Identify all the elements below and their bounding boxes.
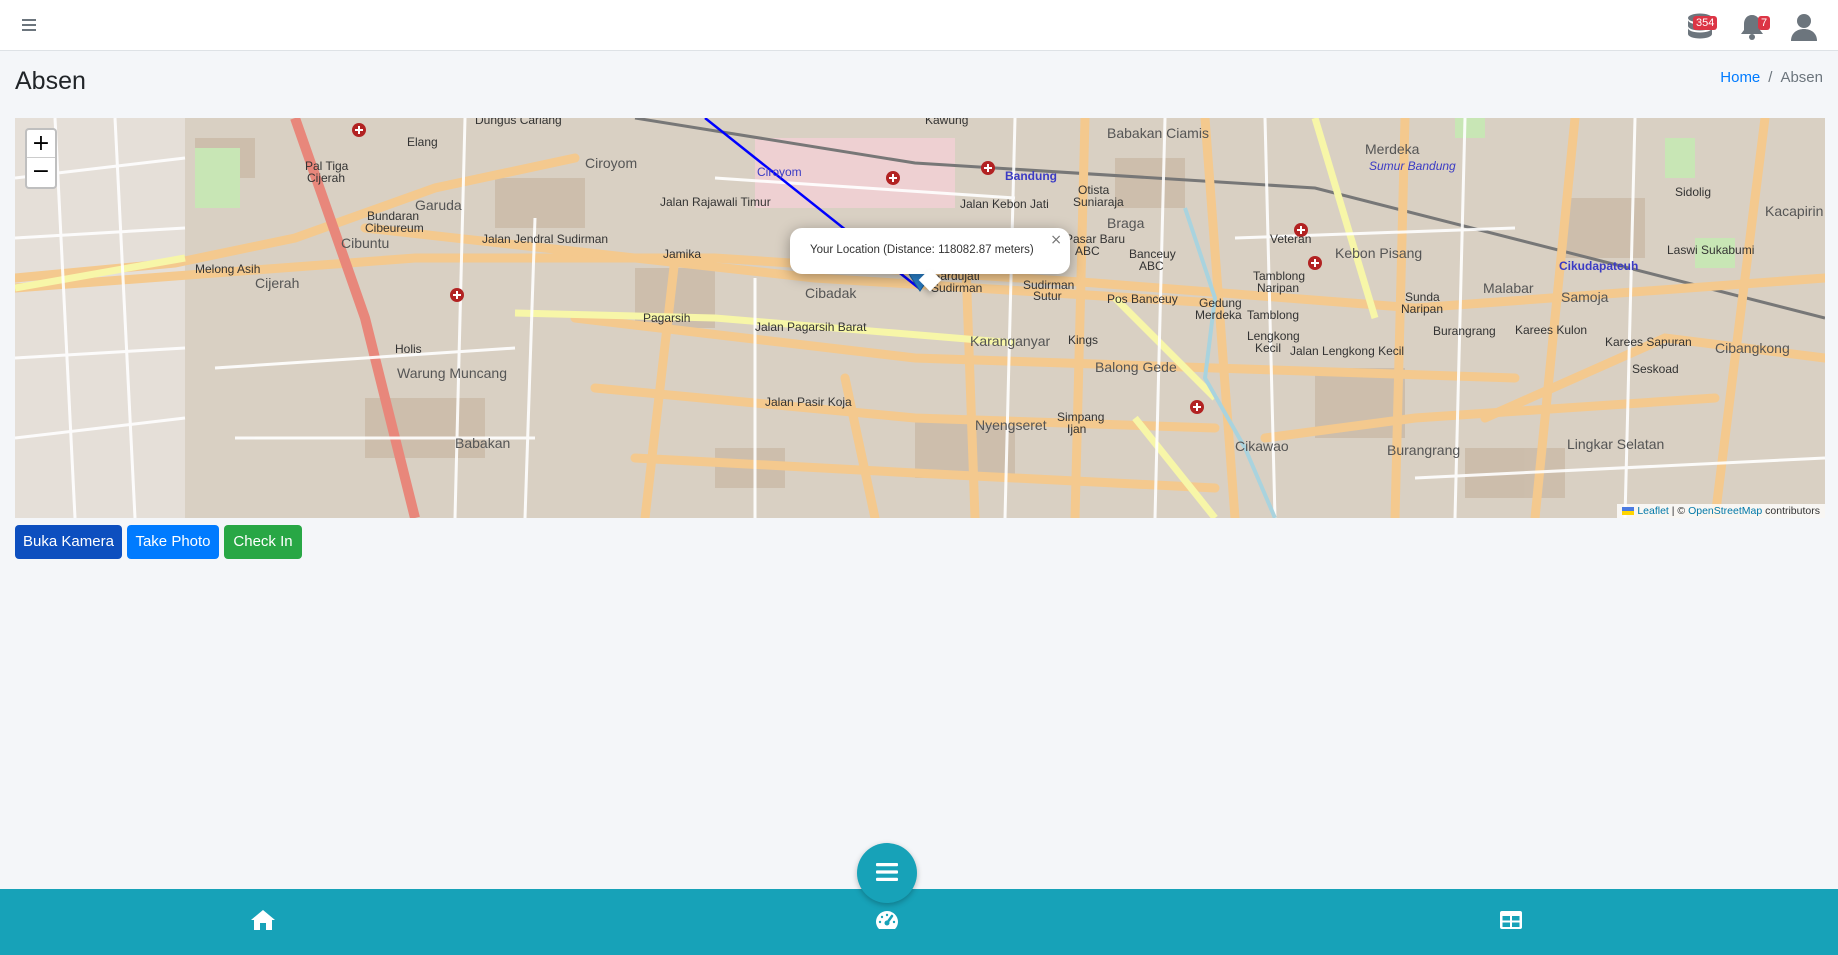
svg-text:Ijan: Ijan [1067, 422, 1086, 436]
leaflet-link[interactable]: Leaflet [1637, 505, 1669, 517]
svg-text:Cijerah: Cijerah [307, 171, 345, 185]
top-navbar: 354 7 [0, 0, 1838, 51]
bottom-navigation [0, 889, 1838, 955]
map-attribution: Leaflet | © OpenStreetMap contributors [1617, 504, 1825, 518]
svg-text:Holis: Holis [395, 342, 422, 356]
database-count-badge: 354 [1693, 16, 1718, 30]
svg-text:Laswi Sukabumi: Laswi Sukabumi [1667, 243, 1754, 257]
svg-text:Merdeka: Merdeka [1365, 141, 1420, 157]
svg-text:Jamika: Jamika [663, 247, 701, 261]
svg-text:Babakan: Babakan [455, 435, 510, 451]
user-menu-button[interactable] [1790, 12, 1824, 44]
popup-close-button[interactable]: × [1050, 232, 1062, 248]
user-icon [1790, 12, 1824, 42]
home-button[interactable] [250, 909, 278, 933]
svg-text:Balong Gede: Balong Gede [1095, 359, 1177, 375]
table-button[interactable] [1498, 909, 1526, 933]
svg-text:Jalan Jendral Sudirman: Jalan Jendral Sudirman [482, 232, 608, 246]
zoom-control: + − [25, 128, 57, 189]
svg-text:Samoja: Samoja [1561, 289, 1609, 305]
open-camera-button[interactable]: Buka Kamera [15, 525, 122, 559]
svg-text:Karees Kulon: Karees Kulon [1515, 323, 1587, 337]
breadcrumb: Home / Absen [1720, 69, 1823, 87]
table-icon [1498, 911, 1524, 935]
svg-text:Kebon Pisang: Kebon Pisang [1335, 245, 1422, 261]
location-popup: Your Location (Distance: 118082.87 meter… [790, 228, 1070, 292]
svg-text:Jalan Lengkong Kecil: Jalan Lengkong Kecil [1290, 344, 1404, 358]
svg-text:Garuda: Garuda [415, 197, 462, 213]
zoom-out-button[interactable]: − [27, 158, 55, 186]
svg-text:Malabar: Malabar [1483, 280, 1534, 296]
svg-text:Karees Sapuran: Karees Sapuran [1605, 335, 1692, 349]
svg-text:Burangrang: Burangrang [1433, 324, 1496, 338]
dashboard-button[interactable] [874, 909, 902, 933]
ukraine-flag-icon [1622, 505, 1637, 517]
svg-text:Kecil: Kecil [1255, 341, 1281, 355]
location-map[interactable]: Dungus Cariang Kawung Babakan Ciamis Mer… [15, 118, 1825, 518]
svg-text:Cikawao: Cikawao [1235, 438, 1289, 454]
breadcrumb-current: Absen [1780, 69, 1823, 86]
svg-text:Jalan Rajawali Timur: Jalan Rajawali Timur [660, 195, 771, 209]
openstreetmap-link[interactable]: OpenStreetMap [1688, 505, 1762, 517]
svg-text:Cijerah: Cijerah [255, 275, 299, 291]
svg-text:Naripan: Naripan [1401, 302, 1443, 316]
svg-text:Seskoad: Seskoad [1632, 362, 1679, 376]
main-menu-fab[interactable] [857, 843, 917, 903]
svg-text:Ciroyom: Ciroyom [585, 155, 637, 171]
svg-text:Sumur Bandung: Sumur Bandung [1369, 159, 1456, 173]
svg-text:Pos Banceuy: Pos Banceuy [1107, 292, 1178, 306]
svg-text:Cibadak: Cibadak [805, 285, 857, 301]
bars-icon[interactable] [18, 16, 40, 34]
svg-text:Sudirman: Sudirman [931, 281, 982, 295]
svg-text:Melong Asih: Melong Asih [195, 262, 260, 276]
notifications-button[interactable]: 7 [1738, 12, 1772, 44]
svg-text:Nyengseret: Nyengseret [975, 417, 1047, 433]
svg-text:Cikudapateuh: Cikudapateuh [1559, 259, 1638, 273]
svg-text:Suniaraja: Suniaraja [1073, 195, 1124, 209]
take-photo-button[interactable]: Take Photo [127, 525, 219, 559]
svg-text:Cibuntu: Cibuntu [341, 235, 389, 251]
home-icon [250, 910, 276, 935]
svg-text:Sidolig: Sidolig [1675, 185, 1711, 199]
notification-count-badge: 7 [1758, 16, 1771, 30]
page-title: Absen [15, 67, 86, 95]
svg-text:Jalan Kebon Jati: Jalan Kebon Jati [960, 197, 1049, 211]
svg-text:ABC: ABC [1075, 244, 1100, 258]
svg-text:Jalan Pasir Koja: Jalan Pasir Koja [765, 395, 852, 409]
svg-text:Braga: Braga [1107, 215, 1145, 231]
svg-text:Dungus Cariang: Dungus Cariang [475, 118, 562, 127]
svg-text:Cibeureum: Cibeureum [365, 221, 424, 235]
svg-text:Lingkar Selatan: Lingkar Selatan [1567, 436, 1664, 452]
svg-text:Bandung: Bandung [1005, 169, 1057, 183]
map-tiles: Dungus Cariang Kawung Babakan Ciamis Mer… [15, 118, 1825, 518]
svg-text:Burangrang: Burangrang [1387, 442, 1460, 458]
svg-text:Sutur: Sutur [1033, 289, 1062, 303]
svg-text:Pagarsih: Pagarsih [643, 311, 690, 325]
svg-text:Elang: Elang [407, 135, 438, 149]
gauge-icon [874, 911, 900, 935]
attribution-separator: | © [1668, 505, 1689, 517]
popup-text: Your Location (Distance: 118082.87 meter… [810, 244, 1034, 256]
attribution-suffix: contributors [1762, 505, 1820, 517]
breadcrumb-home[interactable]: Home [1720, 69, 1760, 87]
check-in-button[interactable]: Check In [224, 525, 302, 559]
svg-text:Cibangkong: Cibangkong [1715, 340, 1790, 356]
svg-text:Tamblong: Tamblong [1247, 308, 1299, 322]
breadcrumb-separator: / [1768, 69, 1773, 86]
svg-text:Warung Muncang: Warung Muncang [397, 365, 507, 381]
zoom-in-button[interactable]: + [27, 130, 55, 158]
svg-text:Karanganyar: Karanganyar [970, 333, 1051, 349]
svg-text:Kings: Kings [1068, 333, 1098, 347]
svg-text:Babakan Ciamis: Babakan Ciamis [1107, 125, 1209, 141]
svg-text:Kacapirin: Kacapirin [1765, 203, 1823, 219]
svg-text:Jalan Pagarsih Barat: Jalan Pagarsih Barat [755, 320, 867, 334]
svg-text:Veteran: Veteran [1270, 232, 1311, 246]
svg-text:ABC: ABC [1139, 259, 1164, 273]
svg-text:Kawung: Kawung [925, 118, 968, 127]
svg-text:Naripan: Naripan [1257, 281, 1299, 295]
database-button[interactable]: 354 [1686, 12, 1720, 44]
svg-text:Merdeka: Merdeka [1195, 308, 1242, 322]
svg-text:Ciroyom: Ciroyom [757, 165, 802, 179]
